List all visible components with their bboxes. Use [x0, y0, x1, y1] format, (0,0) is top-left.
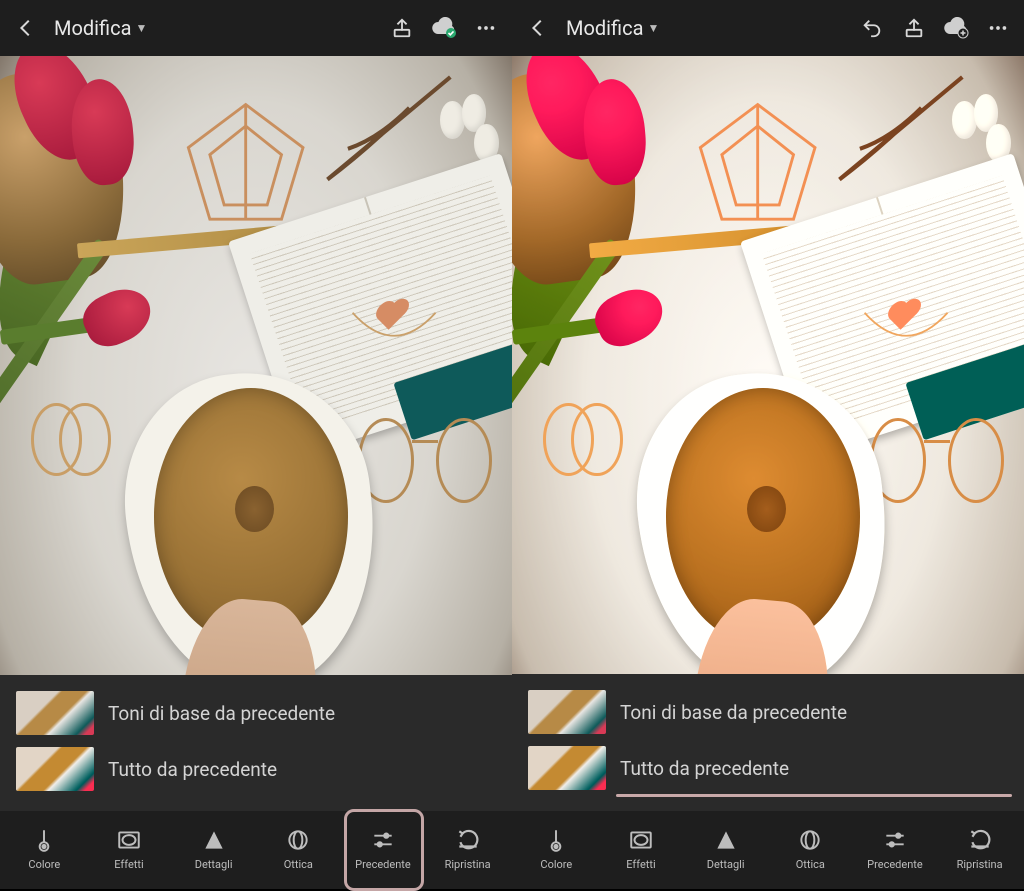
- tool-label: Effetti: [114, 858, 143, 871]
- vignette-icon: [116, 827, 142, 853]
- option-label: Tutto da precedente: [108, 758, 496, 781]
- mode-dropdown[interactable]: Modifica ▼: [566, 16, 659, 40]
- option-basic-tones[interactable]: Toni di base da precedente: [12, 685, 500, 741]
- photo-canvas[interactable]: Toni di base da precedente Tutto da prec…: [512, 56, 1024, 811]
- triangle-icon: [201, 827, 227, 853]
- tool-ripristina[interactable]: Ripristina: [431, 821, 505, 877]
- thumb-all: [16, 747, 94, 791]
- mode-title: Modifica: [566, 16, 643, 40]
- share-button[interactable]: [900, 14, 928, 42]
- panel-right: Modifica ▼: [512, 0, 1024, 889]
- lens-icon: [797, 827, 823, 853]
- mode-title: Modifica: [54, 16, 131, 40]
- panel-left: Modifica ▼: [0, 0, 512, 889]
- tool-label: Effetti: [626, 858, 655, 871]
- option-label: Tutto da precedente: [620, 757, 1008, 780]
- tool-label: Precedente: [355, 858, 411, 871]
- tool-label: Ripristina: [445, 858, 491, 871]
- tool-colore[interactable]: Colore: [519, 821, 593, 877]
- option-basic-tones[interactable]: Toni di base da precedente: [524, 684, 1012, 740]
- header: Modifica ▼: [0, 0, 512, 56]
- tool-label: Dettagli: [195, 858, 233, 871]
- sliders-icon: [370, 827, 396, 853]
- photo-canvas[interactable]: Toni di base da precedente Tutto da prec…: [0, 56, 512, 811]
- more-button[interactable]: [984, 14, 1012, 42]
- vignette-icon: [628, 827, 654, 853]
- previous-settings-popup: Toni di base da precedente Tutto da prec…: [512, 674, 1024, 811]
- thermometer-icon: [543, 827, 569, 853]
- cloud-pending-icon[interactable]: [942, 14, 970, 42]
- mode-dropdown[interactable]: Modifica ▼: [54, 16, 147, 40]
- tool-precedente[interactable]: Precedente: [858, 821, 932, 877]
- tool-label: Colore: [28, 858, 60, 871]
- share-button[interactable]: [388, 14, 416, 42]
- header: Modifica ▼: [512, 0, 1024, 56]
- selection-underline: [616, 794, 1012, 797]
- thumb-all: [528, 746, 606, 790]
- undo-button[interactable]: [858, 14, 886, 42]
- bottom-toolbar: Colore Effetti Dettagli Ottica Precedent…: [512, 811, 1024, 889]
- caret-down-icon: ▼: [647, 21, 659, 35]
- tool-label: Dettagli: [707, 858, 745, 871]
- previous-settings-popup: Toni di base da precedente Tutto da prec…: [0, 675, 512, 811]
- tool-dettagli[interactable]: Dettagli: [689, 821, 763, 877]
- tool-ripristina[interactable]: Ripristina: [943, 821, 1017, 877]
- tool-label: Ottica: [284, 858, 313, 871]
- tool-label: Precedente: [867, 858, 923, 871]
- sliders-icon: [882, 827, 908, 853]
- tool-effetti[interactable]: Effetti: [604, 821, 678, 877]
- tool-precedente[interactable]: Precedente: [346, 821, 420, 877]
- tool-effetti[interactable]: Effetti: [92, 821, 166, 877]
- tool-colore[interactable]: Colore: [7, 821, 81, 877]
- back-button[interactable]: [12, 14, 40, 42]
- tool-label: Ottica: [796, 858, 825, 871]
- option-label: Toni di base da precedente: [108, 702, 496, 725]
- option-all-from-previous[interactable]: Tutto da precedente: [12, 741, 500, 797]
- cloud-sync-icon[interactable]: [430, 14, 458, 42]
- reset-icon: [455, 827, 481, 853]
- back-button[interactable]: [524, 14, 552, 42]
- tool-dettagli[interactable]: Dettagli: [177, 821, 251, 877]
- bottom-toolbar: Colore Effetti Dettagli Ottica Precedent…: [0, 811, 512, 889]
- reset-icon: [967, 827, 993, 853]
- lens-icon: [285, 827, 311, 853]
- thumb-basic: [528, 690, 606, 734]
- tool-label: Ripristina: [957, 858, 1003, 871]
- tool-ottica[interactable]: Ottica: [773, 821, 847, 877]
- thumb-basic: [16, 691, 94, 735]
- tool-label: Colore: [540, 858, 572, 871]
- option-label: Toni di base da precedente: [620, 701, 1008, 724]
- tool-ottica[interactable]: Ottica: [261, 821, 335, 877]
- caret-down-icon: ▼: [135, 21, 147, 35]
- thermometer-icon: [31, 827, 57, 853]
- triangle-icon: [713, 827, 739, 853]
- option-all-from-previous[interactable]: Tutto da precedente: [524, 740, 1012, 796]
- more-button[interactable]: [472, 14, 500, 42]
